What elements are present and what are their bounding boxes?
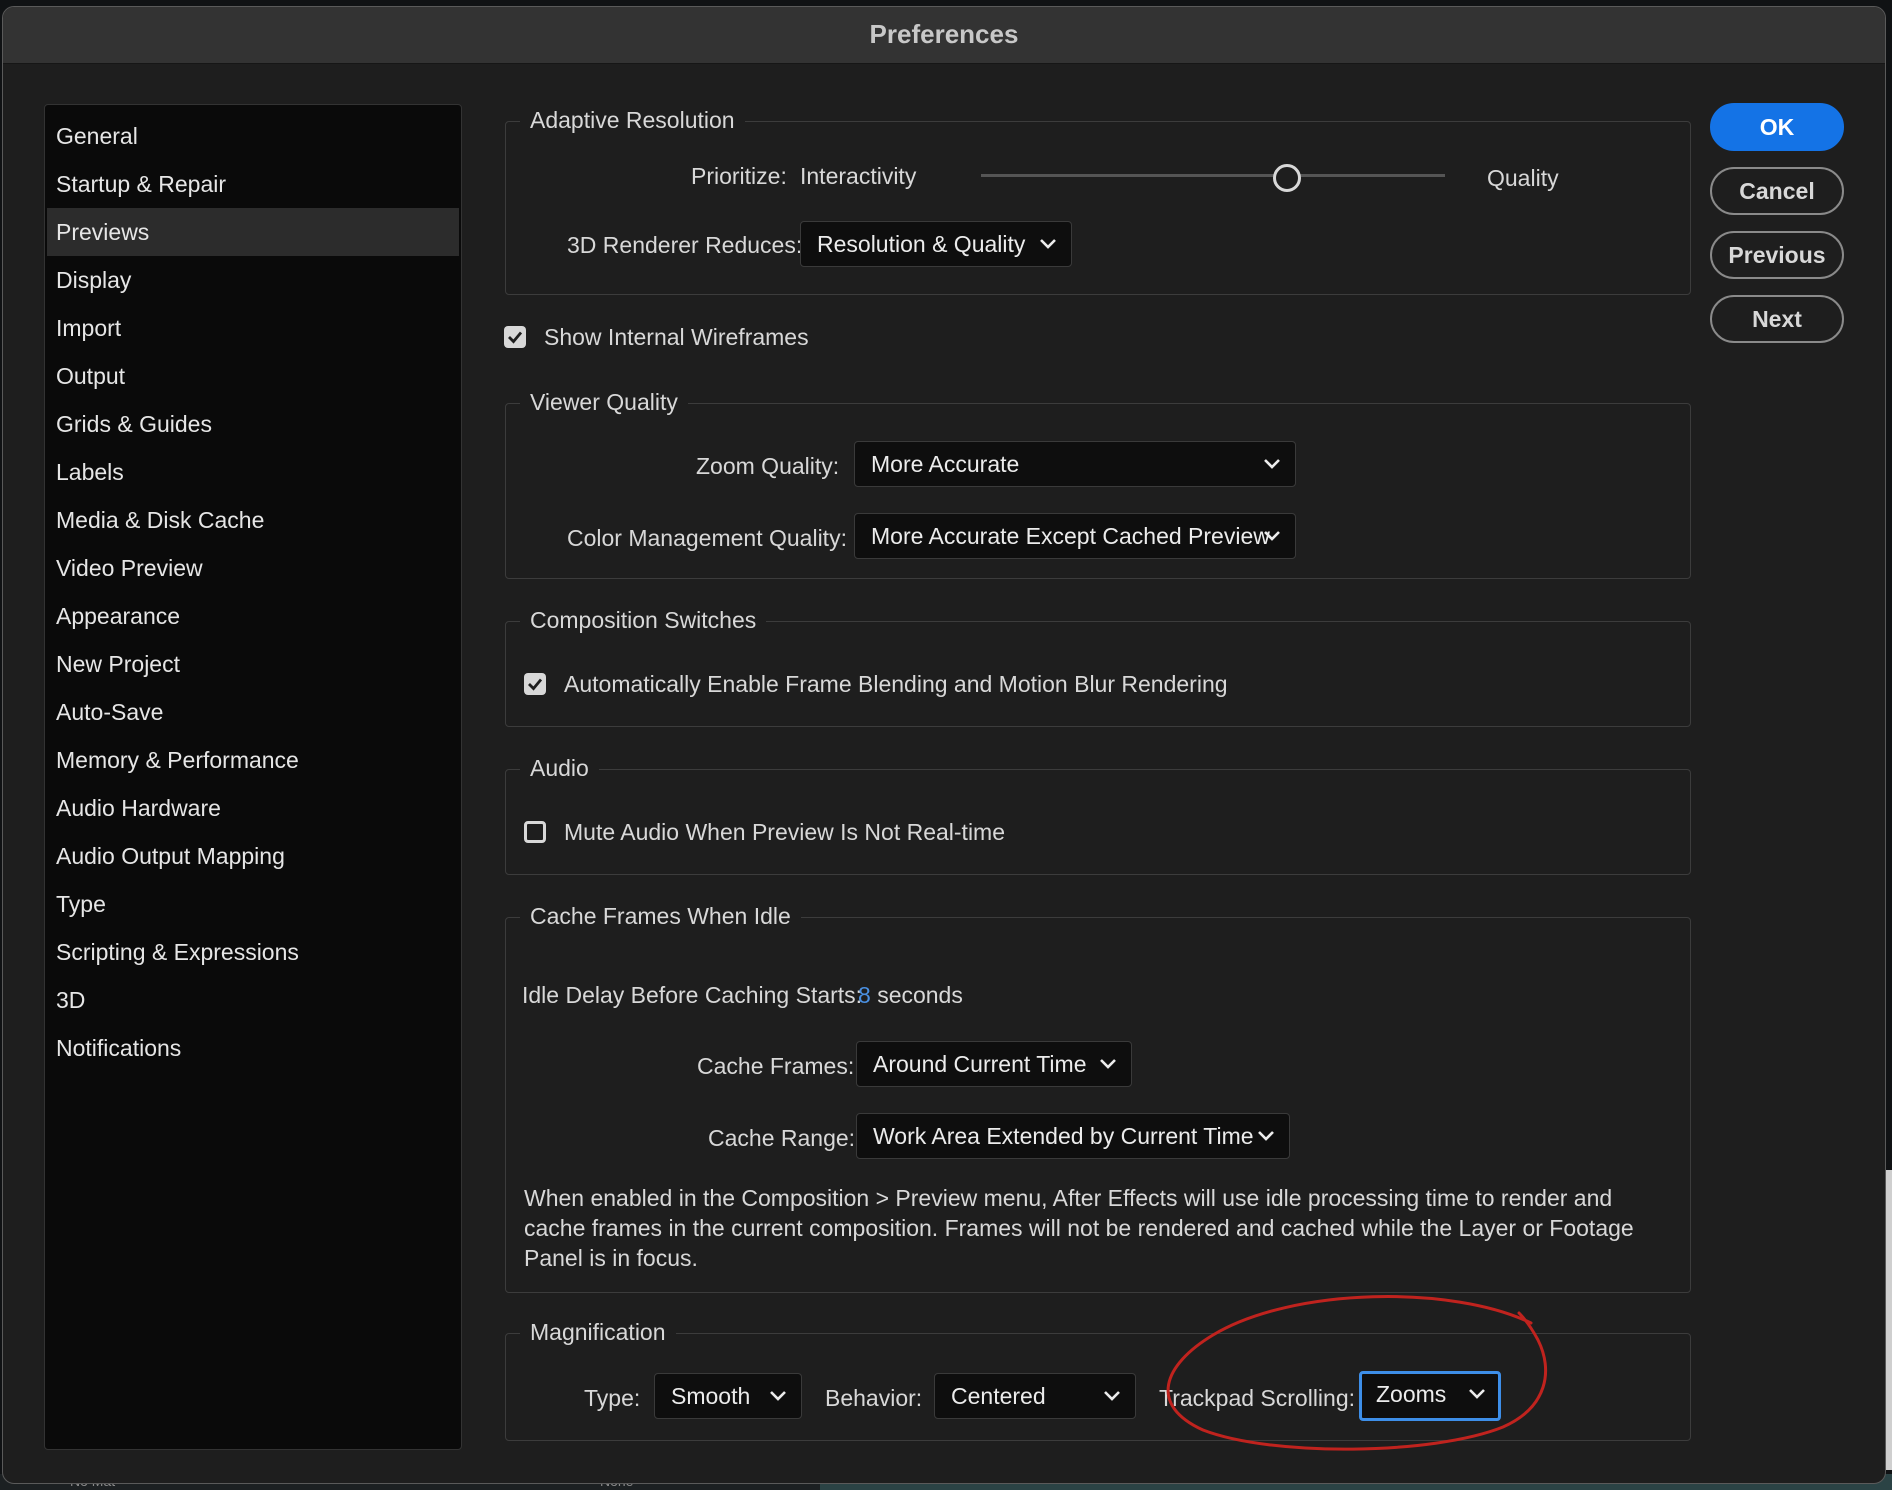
cancel-button[interactable]: Cancel bbox=[1710, 167, 1844, 215]
sidebar-item-grids-guides[interactable]: Grids & Guides bbox=[47, 400, 459, 448]
chevron-down-icon bbox=[1100, 1059, 1116, 1069]
magnification-type-dropdown[interactable]: Smooth bbox=[654, 1373, 802, 1419]
chevron-down-icon bbox=[1104, 1391, 1120, 1401]
checkmark-icon bbox=[508, 331, 523, 344]
viewer-quality-title: Viewer Quality bbox=[520, 385, 688, 419]
behavior-label: Behavior: bbox=[825, 1385, 923, 1411]
sidebar-item-media-disk-cache[interactable]: Media & Disk Cache bbox=[47, 496, 459, 544]
sidebar-item-import[interactable]: Import bbox=[47, 304, 459, 352]
cache-range-dropdown[interactable]: Work Area Extended by Current Time bbox=[856, 1113, 1290, 1159]
chevron-down-icon bbox=[1264, 459, 1280, 469]
trackpad-scrolling-value: Zooms bbox=[1376, 1381, 1447, 1407]
idle-delay-value[interactable]: 8 bbox=[858, 982, 871, 1008]
sidebar-item-video-preview[interactable]: Video Preview bbox=[47, 544, 459, 592]
checkmark-icon bbox=[528, 678, 543, 691]
idle-delay-unit: seconds bbox=[877, 982, 963, 1008]
show-wireframes-label[interactable]: Show Internal Wireframes bbox=[544, 324, 809, 351]
sidebar-item-display[interactable]: Display bbox=[47, 256, 459, 304]
zoom-quality-value: More Accurate bbox=[871, 451, 1020, 477]
sidebar-item-startup-repair[interactable]: Startup & Repair bbox=[47, 160, 459, 208]
chevron-down-icon bbox=[1258, 1131, 1274, 1141]
cache-frames-label: Cache Frames: bbox=[697, 1053, 855, 1079]
title-bar[interactable]: Preferences bbox=[3, 7, 1885, 64]
slider-track[interactable] bbox=[981, 174, 1445, 177]
idle-delay-label: Idle Delay Before Caching Starts: bbox=[522, 982, 863, 1008]
cache-frames-description: When enabled in the Composition > Previe… bbox=[524, 1185, 1634, 1271]
sidebar-item-3d[interactable]: 3D bbox=[47, 976, 459, 1024]
previous-button[interactable]: Previous bbox=[1710, 231, 1844, 279]
trackpad-scrolling-label: Trackpad Scrolling: bbox=[1159, 1385, 1356, 1411]
sidebar-item-previews[interactable]: Previews bbox=[47, 208, 459, 256]
zoom-quality-label: Zoom Quality: bbox=[696, 453, 840, 479]
magnification-title: Magnification bbox=[520, 1315, 676, 1349]
mute-audio-label[interactable]: Mute Audio When Preview Is Not Real-time bbox=[564, 819, 1005, 846]
behavior-value: Centered bbox=[951, 1383, 1046, 1409]
chevron-down-icon bbox=[1469, 1389, 1485, 1399]
zoom-quality-dropdown[interactable]: More Accurate bbox=[854, 441, 1296, 487]
audio-title: Audio bbox=[520, 751, 599, 785]
magnification-type-value: Smooth bbox=[671, 1383, 751, 1409]
window-title: Preferences bbox=[869, 19, 1019, 49]
sidebar-item-audio-output-mapping[interactable]: Audio Output Mapping bbox=[47, 832, 459, 880]
color-management-dropdown[interactable]: More Accurate Except Cached Preview bbox=[854, 513, 1296, 559]
renderer-reduces-label: 3D Renderer Reduces: bbox=[567, 232, 803, 258]
quality-label: Quality bbox=[1487, 165, 1559, 191]
cache-range-value: Work Area Extended by Current Time bbox=[873, 1123, 1254, 1149]
adaptive-resolution-title: Adaptive Resolution bbox=[520, 103, 745, 137]
trackpad-scrolling-dropdown[interactable]: Zooms bbox=[1359, 1371, 1501, 1421]
frame-blending-checkbox[interactable] bbox=[524, 673, 546, 695]
interactivity-label: Interactivity bbox=[800, 163, 917, 189]
sidebar-item-labels[interactable]: Labels bbox=[47, 448, 459, 496]
magnification-type-label: Type: bbox=[584, 1385, 641, 1411]
chevron-down-icon bbox=[1040, 239, 1056, 249]
preferences-dialog: Preferences General Startup & Repair Pre… bbox=[2, 6, 1886, 1484]
adaptive-resolution-group: Adaptive Resolution bbox=[505, 103, 1691, 295]
cache-range-label: Cache Range: bbox=[708, 1125, 856, 1151]
cache-frames-value: Around Current Time bbox=[873, 1051, 1087, 1077]
mute-audio-checkbox[interactable] bbox=[524, 821, 546, 843]
sidebar-item-type[interactable]: Type bbox=[47, 880, 459, 928]
next-button[interactable]: Next bbox=[1710, 295, 1844, 343]
frame-blending-label[interactable]: Automatically Enable Frame Blending and … bbox=[564, 671, 1228, 698]
cache-frames-dropdown[interactable]: Around Current Time bbox=[856, 1041, 1132, 1087]
sidebar-item-auto-save[interactable]: Auto-Save bbox=[47, 688, 459, 736]
preferences-sidebar: General Startup & Repair Previews Displa… bbox=[44, 104, 462, 1450]
renderer-reduces-dropdown[interactable]: Resolution & Quality bbox=[800, 221, 1072, 267]
ok-button[interactable]: OK bbox=[1710, 103, 1844, 151]
sidebar-item-audio-hardware[interactable]: Audio Hardware bbox=[47, 784, 459, 832]
sidebar-item-output[interactable]: Output bbox=[47, 352, 459, 400]
prioritize-label: Prioritize: bbox=[691, 163, 787, 189]
sidebar-item-notifications[interactable]: Notifications bbox=[47, 1024, 459, 1072]
color-management-value: More Accurate Except Cached Preview bbox=[871, 523, 1270, 549]
color-management-label: Color Management Quality: bbox=[567, 525, 847, 551]
sidebar-item-general[interactable]: General bbox=[47, 112, 459, 160]
cache-frames-title: Cache Frames When Idle bbox=[520, 899, 801, 933]
sidebar-item-memory-performance[interactable]: Memory & Performance bbox=[47, 736, 459, 784]
renderer-reduces-value: Resolution & Quality bbox=[817, 231, 1026, 257]
behavior-dropdown[interactable]: Centered bbox=[934, 1373, 1136, 1419]
sidebar-item-scripting-expressions[interactable]: Scripting & Expressions bbox=[47, 928, 459, 976]
idle-delay-field: 8 seconds bbox=[858, 982, 963, 1009]
chevron-down-icon bbox=[1264, 531, 1280, 541]
show-wireframes-checkbox[interactable] bbox=[504, 326, 526, 348]
sidebar-item-new-project[interactable]: New Project bbox=[47, 640, 459, 688]
composition-switches-title: Composition Switches bbox=[520, 603, 767, 637]
sidebar-item-appearance[interactable]: Appearance bbox=[47, 592, 459, 640]
chevron-down-icon bbox=[770, 1391, 786, 1401]
